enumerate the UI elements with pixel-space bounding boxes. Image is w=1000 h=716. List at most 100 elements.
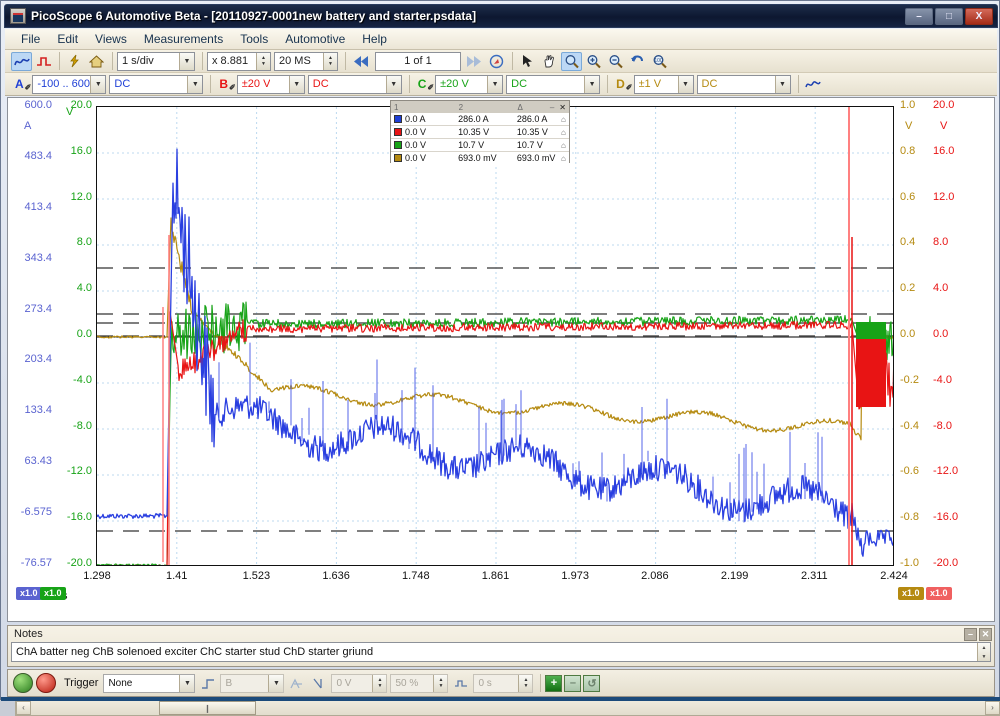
menu-item-automotive[interactable]: Automotive	[285, 32, 345, 46]
scroll-thumb[interactable]: ❙	[159, 701, 256, 715]
scroll-right-button[interactable]: ›	[985, 701, 1000, 715]
legend-row[interactable]: 0.0 V 10.35 V 10.35 V ⌂	[391, 126, 569, 138]
interpolation-input[interactable]: x 8.881 ▲ ▼	[207, 51, 271, 71]
remove-measurement-button[interactable]: –	[564, 674, 582, 692]
trigger-mode-select[interactable]: None ▼	[103, 673, 196, 693]
divider	[202, 52, 203, 70]
channel-d-range-select[interactable]: ±1 V ▼	[633, 74, 694, 94]
square-wave-icon[interactable]	[33, 52, 54, 71]
lightning-icon[interactable]	[64, 52, 85, 71]
chevron-down-icon[interactable]: ▼	[179, 52, 194, 70]
pointer-icon[interactable]	[517, 52, 538, 71]
zoom-badge-d[interactable]: x1.0	[898, 587, 924, 600]
menu-item-views[interactable]: Views	[95, 32, 127, 46]
chevron-down-icon[interactable]: ▼	[268, 674, 284, 692]
add-measurement-button[interactable]: +	[545, 674, 563, 692]
zoom-badge-c[interactable]: x1.0	[40, 587, 66, 600]
zoom-badge-b[interactable]: x1.0	[926, 587, 952, 600]
channel-a-button[interactable]: A	[15, 77, 30, 91]
waveform-icon[interactable]	[11, 51, 32, 71]
undo-zoom-icon[interactable]	[627, 52, 648, 71]
zoom-out-icon[interactable]	[605, 52, 626, 71]
legend-row[interactable]: 0.0 V 693.0 mV 693.0 mV ⌂	[391, 152, 569, 164]
spinner-icon[interactable]: ▲ ▼	[323, 52, 337, 70]
trigger-source-select[interactable]: B ▼	[220, 673, 285, 693]
trigger-advanced-icon[interactable]	[287, 674, 307, 693]
buffer-nav-group: 1 of 1	[350, 51, 508, 71]
legend-row[interactable]: 0.0 V 10.7 V 10.7 V ⌂	[391, 139, 569, 151]
stop-capture-icon[interactable]	[36, 673, 56, 693]
horizontal-scrollbar[interactable]: ‹ ❙ ›	[15, 700, 1000, 716]
chevron-down-icon[interactable]: ▼	[179, 674, 195, 692]
compass-icon[interactable]	[486, 52, 507, 71]
chevron-down-icon[interactable]: ▼	[187, 75, 203, 93]
lock-icon[interactable]: ⌂	[558, 128, 569, 137]
menu-item-measurements[interactable]: Measurements	[144, 32, 223, 46]
maximize-button[interactable]: □	[935, 7, 963, 25]
spinner-icon[interactable]: ▲ ▼	[433, 674, 448, 692]
notes-minimize-button[interactable]: –	[964, 627, 977, 641]
pretrigger-input[interactable]: 50 % ▲ ▼	[390, 673, 449, 693]
home-icon[interactable]	[86, 52, 107, 71]
next-buffer-icon[interactable]	[464, 52, 485, 71]
menu-item-edit[interactable]: Edit	[57, 32, 78, 46]
channel-d-coupling-select[interactable]: DC ▼	[696, 74, 791, 94]
rising-edge-icon[interactable]	[198, 674, 218, 693]
minimize-button[interactable]: –	[905, 7, 933, 25]
trigger-delay-input[interactable]: 0 s ▲ ▼	[473, 673, 534, 693]
menu-item-help[interactable]: Help	[362, 32, 387, 46]
channel-c-range-select[interactable]: ±20 V ▼	[435, 74, 504, 94]
close-button[interactable]: X	[965, 7, 993, 25]
chevron-down-icon[interactable]: ▼	[385, 75, 401, 93]
zoom-select-icon[interactable]	[561, 51, 582, 71]
spinner-icon[interactable]: ▲ ▼	[256, 52, 270, 70]
start-capture-icon[interactable]	[13, 673, 33, 693]
zoom-badge-a[interactable]: x1.0	[16, 587, 42, 600]
trigger-level-input[interactable]: 0 V ▲ ▼	[331, 673, 388, 693]
channel-b-range-select[interactable]: ±20 V ▼	[236, 74, 305, 94]
menu-item-file[interactable]: File	[21, 32, 40, 46]
timebase-select[interactable]: 1 s/div ▼	[117, 51, 195, 71]
chevron-down-icon[interactable]: ▼	[288, 75, 304, 93]
measurements-legend[interactable]: 1 2 Δ – ✕ 0.0 A 286.0 A 286.0 A ⌂ 0.0 V 10.35…	[390, 100, 570, 164]
channel-b-coupling-select[interactable]: DC ▼	[307, 74, 402, 94]
reset-measurement-button[interactable]: ↺	[583, 674, 601, 692]
spinner-icon[interactable]: ▲ ▼	[518, 674, 533, 692]
channel-a-range-select[interactable]: -100 .. 600 ▼	[32, 74, 107, 94]
zoom-100-icon[interactable]: 100	[649, 52, 670, 71]
channel-c-coupling-select[interactable]: DC ▼	[506, 74, 601, 94]
lock-icon[interactable]: ⌂	[558, 115, 569, 124]
channel-c-button[interactable]: C	[418, 77, 433, 91]
chevron-down-icon[interactable]: ▼	[677, 75, 693, 93]
legend-minimize-button[interactable]: –	[547, 103, 556, 112]
trigger-advanced-2-icon[interactable]	[309, 674, 329, 693]
notes-scroll-arrows[interactable]: ▲ ▼	[977, 643, 990, 661]
spinner-icon[interactable]: ▲ ▼	[372, 674, 387, 692]
notes-input[interactable]: ChA batter neg ChB solenoed exciter ChC …	[11, 642, 991, 662]
axis-tick: 16.0	[70, 144, 92, 157]
lock-icon[interactable]: ⌂	[558, 141, 569, 150]
channel-a-coupling-select[interactable]: DC ▼	[109, 74, 204, 94]
legend-row[interactable]: 0.0 A 286.0 A 286.0 A ⌂	[391, 113, 569, 125]
chevron-down-icon[interactable]: ▼	[774, 75, 790, 93]
legend-close-button[interactable]: ✕	[556, 103, 569, 112]
zoom-in-icon[interactable]	[583, 52, 604, 71]
samples-input[interactable]: 20 MS ▲ ▼	[274, 51, 338, 71]
menu-item-tools[interactable]: Tools	[240, 32, 268, 46]
scroll-left-button[interactable]: ‹	[16, 701, 31, 715]
chevron-down-icon[interactable]: ▼	[487, 75, 503, 93]
channel-d-button[interactable]: D	[616, 77, 631, 91]
lock-icon[interactable]: ⌂	[558, 154, 569, 163]
scope-view[interactable]: 600.0 483.4 413.4 343.4 273.4 203.4 133.4 63.43…	[7, 97, 1000, 716]
chevron-down-icon[interactable]: ▼	[90, 75, 106, 93]
channel-b-button[interactable]: B	[219, 77, 234, 91]
math-channel-icon[interactable]	[803, 75, 824, 94]
trigger-shape-icon[interactable]	[451, 674, 471, 693]
waveform-canvas[interactable]	[96, 106, 894, 566]
previous-buffer-icon[interactable]	[350, 52, 371, 71]
hand-icon[interactable]	[539, 52, 560, 71]
buffer-position[interactable]: 1 of 1	[375, 51, 461, 71]
legend-value-delta: 10.35 V	[516, 127, 548, 137]
notes-close-button[interactable]: ✕	[979, 627, 992, 641]
chevron-down-icon[interactable]: ▼	[584, 75, 600, 93]
